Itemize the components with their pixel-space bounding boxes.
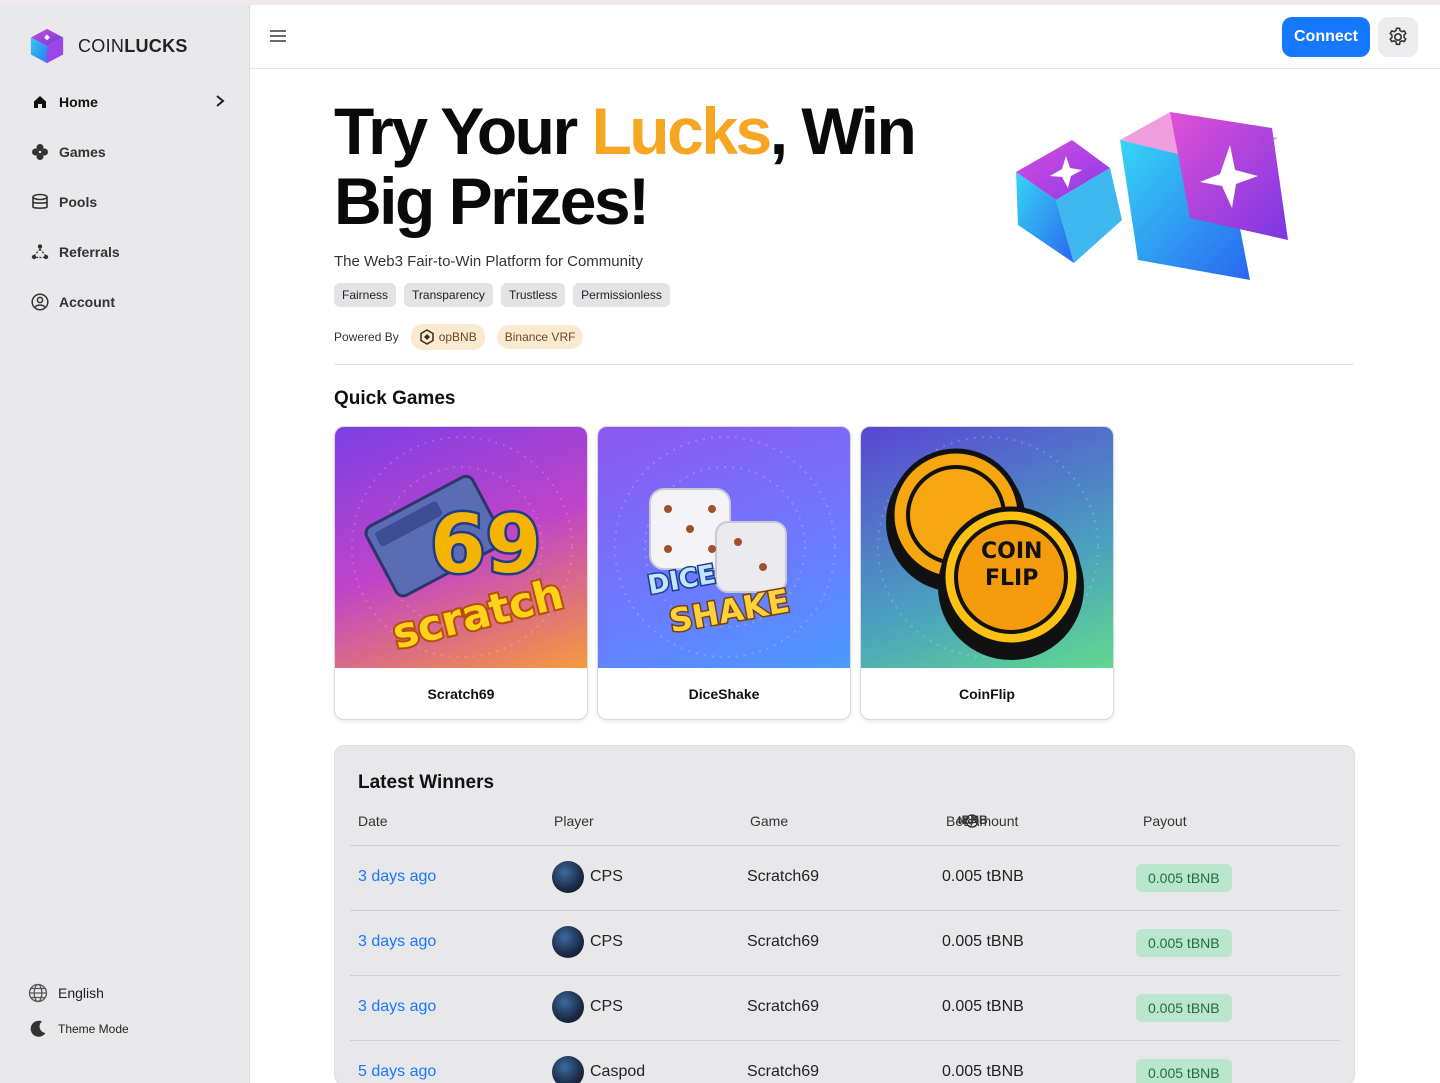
top-bar: Connect (250, 5, 1440, 69)
winner-date-link[interactable]: 3 days ago (358, 998, 436, 1016)
coinflip-artwork: COIN FLIP (861, 427, 1113, 668)
winner-player[interactable]: Caspod (552, 1056, 645, 1083)
winner-bet: 0.005 tBNB (942, 933, 1024, 950)
table-row: 3 days ago CPS Scratch69 0.005 tBNB 0.00… (350, 911, 1340, 976)
svg-text:COIN: COIN (981, 539, 1042, 564)
hero-subtitle: The Web3 Fair-to-Win Platform for Commun… (334, 253, 643, 270)
winner-bet: 0.005 tBNB (942, 998, 1024, 1015)
powered-by-label: Powered By (334, 330, 399, 344)
tag-permissionless: Permissionless (573, 283, 670, 307)
settings-button[interactable] (1378, 17, 1418, 57)
winner-date-link[interactable]: 5 days ago (358, 1063, 436, 1081)
avatar (552, 1056, 584, 1083)
winner-player[interactable]: CPS (552, 861, 623, 893)
sidebar: COINLUCKS Home Games Pools Referrals Acc… (0, 5, 250, 1083)
game-name: DiceShake (688, 686, 760, 702)
game-card-scratch69[interactable]: 69 scratch Scratch69 (334, 426, 588, 720)
nav-item-account[interactable]: Account (0, 277, 250, 327)
col-game: Game (750, 813, 789, 829)
tag-trustless: Trustless (500, 283, 566, 307)
winner-game: Scratch69 (747, 933, 820, 950)
powered-by: Powered By opBNB Binance VRF (334, 324, 584, 350)
winner-game: Scratch69 (747, 1063, 820, 1080)
winner-date-link[interactable]: 3 days ago (358, 933, 436, 951)
feature-tags: Fairness Transparency Trustless Permissi… (334, 283, 670, 307)
nav-item-home[interactable]: Home (0, 77, 250, 127)
hero-title-accent: Lucks (591, 94, 772, 168)
game-name: Scratch69 (427, 686, 495, 702)
diceshake-artwork: DICE SHAKE (598, 427, 850, 668)
tag-transparency: Transparency (404, 283, 493, 307)
nav-item-referrals[interactable]: Referrals (0, 227, 250, 277)
clover-icon (30, 142, 50, 162)
col-date: Date (358, 813, 388, 829)
svg-text:FLIP: FLIP (985, 566, 1038, 591)
payout-badge: 0.005 tBNB (1136, 1059, 1232, 1083)
game-card-diceshake[interactable]: DICE SHAKE DiceShake (597, 426, 851, 720)
language-selector[interactable]: English (28, 975, 129, 1011)
opbnb-badge[interactable]: opBNB (410, 324, 485, 350)
sidebar-footer: English Theme Mode (28, 975, 129, 1047)
col-payout: Payout (1143, 813, 1187, 829)
payout-badge: 0.005 tBNB (1136, 864, 1232, 892)
scratch69-artwork: 69 scratch (335, 427, 587, 668)
latest-winners-title: Latest Winners (358, 772, 495, 793)
network-icon (30, 242, 50, 262)
payout-badge: 0.005 tBNB (1136, 994, 1232, 1022)
brand-name: COINLUCKS (78, 35, 188, 56)
tag-fairness: Fairness (334, 283, 397, 307)
quick-games-title: Quick Games (334, 388, 456, 409)
theme-mode-toggle[interactable]: Theme Mode (28, 1011, 129, 1047)
latest-winners-panel: Latest Winners Date Player Game Bet Amou… (334, 745, 1355, 1083)
winner-game: Scratch69 (747, 998, 820, 1015)
game-card-coinflip[interactable]: COIN FLIP CoinFlip (860, 426, 1114, 720)
nav-item-label: Referrals (59, 244, 120, 260)
user-circle-icon (30, 292, 50, 312)
coinlucks-logo-icon (30, 28, 64, 64)
hero-cubes-illustration (1016, 112, 1288, 280)
hero-divider (334, 364, 1354, 365)
nav-item-label: Pools (59, 194, 98, 210)
bnb-icon (419, 329, 434, 345)
game-name: CoinFlip (959, 686, 1015, 702)
table-row: 3 days ago CPS Scratch69 0.005 tBNB 0.00… (350, 846, 1340, 911)
nav-item-games[interactable]: Games (0, 127, 250, 177)
winner-game: Scratch69 (747, 868, 820, 885)
nav-item-label: Games (59, 144, 106, 160)
table-row: 3 days ago CPS Scratch69 0.005 tBNB 0.00… (350, 976, 1340, 1041)
chevron-right-icon (216, 95, 225, 107)
coins-stack-icon (30, 192, 50, 212)
hero-title: Try Your Lucks, Win Big Prizes! (334, 94, 917, 238)
brand-logo[interactable]: COINLUCKS (28, 27, 188, 65)
home-icon (30, 92, 50, 112)
nav-item-label: Home (59, 94, 98, 110)
col-player: Player (554, 813, 594, 829)
theme-mode-label: Theme Mode (58, 1022, 129, 1036)
hamburger-menu-icon[interactable] (268, 25, 288, 47)
gear-icon (1389, 27, 1407, 46)
globe-icon (28, 983, 48, 1003)
winner-player[interactable]: CPS (552, 991, 623, 1023)
winner-date-link[interactable]: 3 days ago (358, 868, 436, 886)
winner-player[interactable]: CPS (552, 926, 623, 958)
winner-bet: 0.005 tBNB (942, 868, 1024, 885)
quick-games-list: 69 scratch Scratch69 DICE SHAKE DiceShak… (334, 426, 1114, 720)
nav-item-label: Account (59, 294, 115, 310)
avatar (552, 926, 584, 958)
nav-item-pools[interactable]: Pools (0, 177, 250, 227)
language-label: English (58, 985, 104, 1001)
main-nav: Home Games Pools Referrals Account (0, 77, 250, 327)
payout-badge: 0.005 tBNB (1136, 929, 1232, 957)
col-bet-amount: Bet Amount tBNB (946, 813, 1019, 829)
avatar (552, 991, 584, 1023)
binance-vrf-badge[interactable]: Binance VRF (496, 325, 584, 349)
connect-wallet-button[interactable]: Connect (1282, 17, 1370, 57)
moon-icon (30, 1020, 46, 1037)
avatar (552, 861, 584, 893)
table-row: 5 days ago Caspod Scratch69 0.005 tBNB 0… (350, 1041, 1340, 1083)
winner-bet: 0.005 tBNB (942, 1063, 1024, 1080)
